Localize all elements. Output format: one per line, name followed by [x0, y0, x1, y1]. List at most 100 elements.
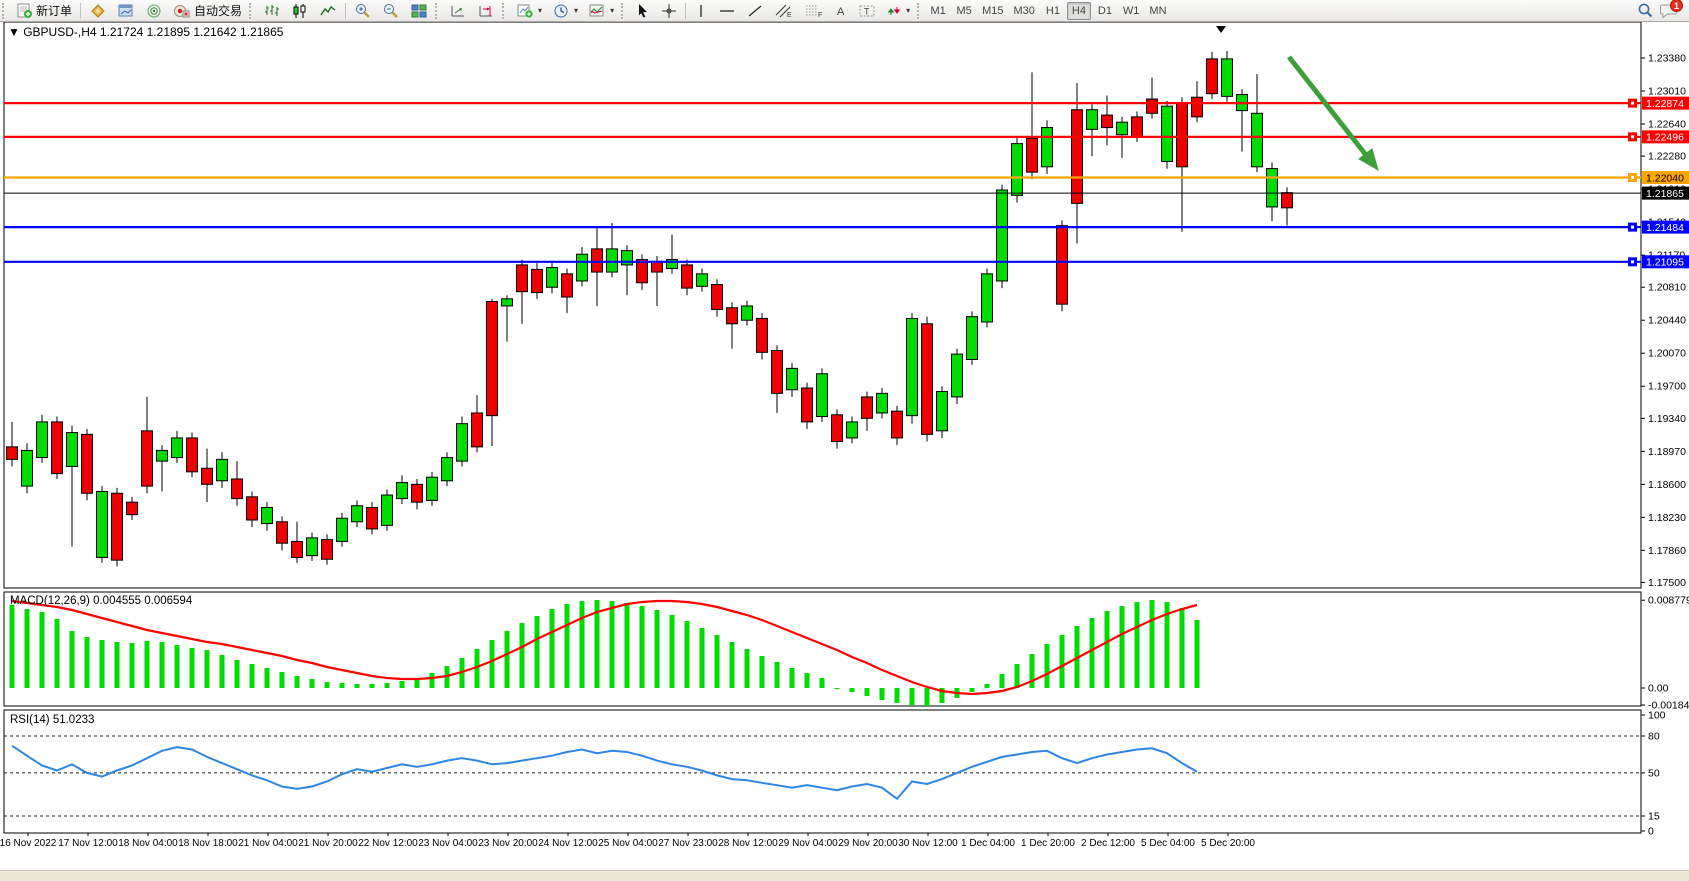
bar-chart-type-icon: [263, 3, 281, 19]
new-order-button[interactable]: 新订单: [11, 1, 77, 21]
price-axis-tick: 1.23010: [1648, 86, 1686, 98]
period-clock-icon: [552, 3, 570, 19]
price-axis-tick: 1.20440: [1648, 315, 1686, 327]
price-axis-tick: 1.20070: [1648, 348, 1686, 360]
rsi-title: RSI(14) 51.0233: [10, 714, 94, 726]
new-chart-icon: [516, 3, 534, 19]
template-button[interactable]: ▾: [583, 1, 619, 21]
autotrade-label: 自动交易: [194, 2, 242, 19]
gold-seal-button[interactable]: [84, 1, 112, 21]
price-axis-tick: 1.20810: [1648, 282, 1686, 294]
candlestick-type-button[interactable]: [286, 1, 314, 21]
vertical-line-icon: [694, 3, 708, 19]
chart-canvas[interactable]: 1.233801.230101.226401.222801.219101.215…: [0, 22, 1689, 858]
chat-button[interactable]: 1: [1659, 2, 1679, 19]
tab-timeframe-m30[interactable]: M30: [1010, 2, 1039, 20]
rsi-axis-tick: 80: [1648, 731, 1660, 743]
macd-axis-tick: 0.00: [1648, 683, 1669, 695]
tab-timeframe-w1[interactable]: W1: [1119, 2, 1144, 20]
new-order-icon: [16, 3, 33, 19]
tab-timeframe-mn[interactable]: MN: [1145, 2, 1170, 20]
trendline-tool-button[interactable]: [741, 1, 769, 21]
chart-window-button[interactable]: [112, 1, 140, 21]
crosshair-tool-button[interactable]: [656, 1, 682, 21]
vertical-line-tool-button[interactable]: [689, 1, 713, 21]
bar-chart-type-button[interactable]: [258, 1, 286, 21]
main-toolbar: 新订单 自动交易 ▾ ▾: [0, 0, 1689, 22]
horizontal-line-tool-button[interactable]: [713, 1, 741, 21]
new-order-label: 新订单: [36, 2, 72, 19]
toolbar-grip[interactable]: [435, 3, 442, 19]
toolbar-grip[interactable]: [917, 3, 924, 19]
toolbar-grip[interactable]: [2, 3, 9, 19]
tab-timeframe-m5[interactable]: M5: [952, 2, 976, 20]
time-axis-label: 17 Nov 12:00: [58, 838, 118, 849]
macd-title: MACD(12,26,9) 0.004555 0.006594: [10, 595, 193, 607]
signal-icon: [145, 3, 163, 19]
svg-text:1.22496: 1.22496: [1646, 132, 1684, 144]
chart-shift-button[interactable]: [472, 1, 500, 21]
chevron-down-icon: ▾: [574, 6, 578, 15]
svg-text:A: A: [837, 6, 845, 18]
notification-badge: 1: [1670, 0, 1683, 12]
search-button[interactable]: [1631, 1, 1659, 21]
time-axis-label: 29 Nov 20:00: [838, 838, 898, 849]
fibonacci-tool-button[interactable]: F: [799, 1, 829, 21]
time-axis-label: 29 Nov 04:00: [778, 838, 838, 849]
line-chart-type-button[interactable]: [314, 1, 342, 21]
chart-title: ▼ GBPUSD-,H4 1.21724 1.21895 1.21642 1.2…: [8, 25, 284, 39]
svg-text:T: T: [864, 6, 870, 16]
tile-windows-button[interactable]: [405, 1, 433, 21]
toolbar-separator: [80, 3, 81, 19]
toolbar-grip[interactable]: [249, 3, 256, 19]
time-axis-label: 18 Nov 18:00: [178, 838, 238, 849]
time-axis-label: 1 Dec 20:00: [1021, 838, 1075, 849]
auto-scroll-button[interactable]: [444, 1, 472, 21]
time-axis-label: 5 Dec 04:00: [1141, 838, 1195, 849]
period-clock-button[interactable]: ▾: [547, 1, 583, 21]
tab-timeframe-d1[interactable]: D1: [1093, 2, 1117, 20]
arrows-tool-button[interactable]: ▾: [881, 1, 915, 21]
text-icon: A: [834, 3, 848, 19]
toolbar-separator: [345, 3, 346, 19]
svg-text:1.22040: 1.22040: [1646, 172, 1684, 184]
time-axis-label: 2 Dec 12:00: [1081, 838, 1135, 849]
tab-timeframe-m1[interactable]: M1: [926, 2, 950, 20]
signal-button[interactable]: [140, 1, 168, 21]
svg-text:F: F: [818, 12, 822, 19]
tab-timeframe-m15[interactable]: M15: [978, 2, 1007, 20]
time-axis-label: 24 Nov 12:00: [538, 838, 598, 849]
zoom-out-button[interactable]: [377, 1, 405, 21]
time-axis-label: 18 Nov 04:00: [118, 838, 178, 849]
cursor-tool-button[interactable]: [630, 1, 656, 21]
equidistant-channel-tool-button[interactable]: E: [769, 1, 799, 21]
tab-timeframe-h4[interactable]: H4: [1067, 2, 1091, 20]
text-label-icon: T: [858, 3, 876, 19]
price-axis-tick: 1.22280: [1648, 151, 1686, 163]
time-axis-label: 22 Nov 12:00: [358, 838, 418, 849]
rsi-axis-tick: 0: [1648, 826, 1654, 838]
time-axis-label: 28 Nov 12:00: [718, 838, 778, 849]
chevron-down-icon: ▾: [906, 6, 910, 15]
toolbar-grip[interactable]: [502, 3, 509, 19]
tab-timeframe-h1[interactable]: H1: [1041, 2, 1065, 20]
time-axis-label: 23 Nov 20:00: [478, 838, 538, 849]
zoom-in-icon: [354, 3, 372, 19]
template-icon: [588, 3, 606, 19]
tile-windows-icon: [410, 3, 428, 19]
trendline-icon: [746, 3, 764, 19]
price-axis-tick: 1.19340: [1648, 413, 1686, 425]
text-label-tool-button[interactable]: T: [853, 1, 881, 21]
time-axis-label: 1 Dec 04:00: [961, 838, 1015, 849]
autotrade-button[interactable]: 自动交易: [168, 1, 247, 21]
chevron-down-icon: ▾: [538, 6, 542, 15]
rsi-axis-tick: 100: [1648, 710, 1666, 722]
toolbar-grip[interactable]: [621, 3, 628, 19]
timeframe-bar: M1M5M15M30H1H4D1W1MN: [926, 2, 1170, 20]
zoom-in-button[interactable]: [349, 1, 377, 21]
new-chart-button[interactable]: ▾: [511, 1, 547, 21]
time-axis-label: 5 Dec 20:00: [1201, 838, 1255, 849]
text-tool-button[interactable]: A: [829, 1, 853, 21]
cursor-icon: [635, 3, 651, 19]
line-chart-type-icon: [319, 3, 337, 19]
